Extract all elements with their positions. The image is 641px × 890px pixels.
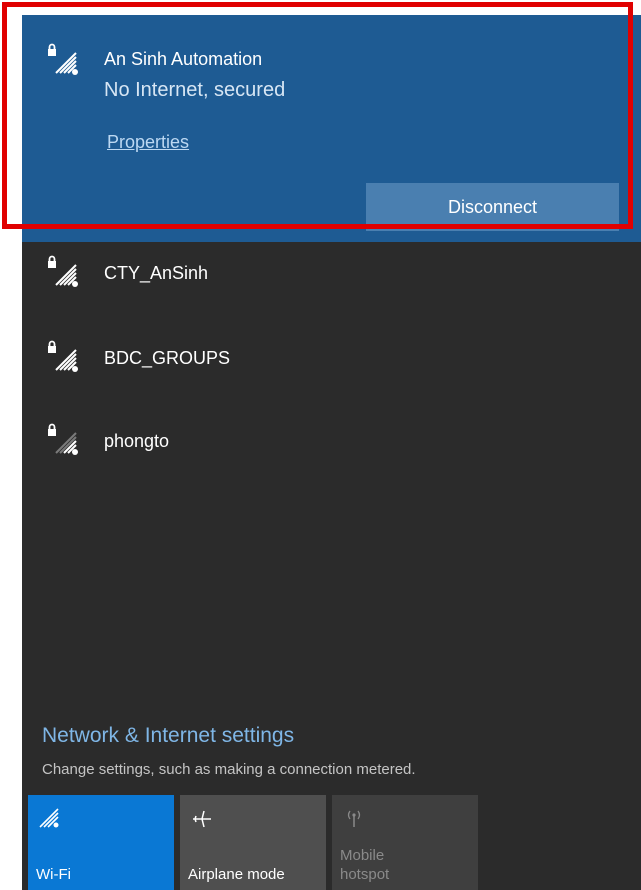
disconnect-button[interactable]: Disconnect (366, 183, 619, 231)
network-name: BDC_GROUPS (104, 348, 231, 368)
hotspot-icon (342, 807, 366, 833)
airplane-tile-label: Airplane mode (188, 866, 285, 883)
connected-network-panel[interactable]: An Sinh Automation No Internet, secured … (22, 15, 641, 242)
wifi-secured-icon (46, 43, 82, 84)
wifi-tile-label: Wi-Fi (36, 866, 71, 883)
properties-link[interactable]: Properties (107, 132, 189, 153)
wifi-icon (38, 807, 60, 833)
network-name: phongto (104, 431, 170, 451)
network-list-item[interactable]: phongto (22, 413, 641, 473)
hotspot-tile-label-line1: Mobile (340, 847, 385, 864)
wifi-secured-icon (46, 340, 82, 381)
network-list-item[interactable]: CTY_AnSinh (22, 245, 641, 305)
tile-area-background (478, 795, 641, 890)
hotspot-tile-label-line2: hotspot (340, 866, 390, 883)
wifi-secured-icon (46, 255, 82, 296)
network-list-item[interactable]: BDC_GROUPS (22, 330, 641, 390)
mobile-hotspot-tile[interactable]: Mobile hotspot (332, 795, 478, 890)
airplane-mode-tile[interactable]: Airplane mode (180, 795, 326, 890)
connected-network-name: An Sinh Automation (104, 49, 263, 69)
network-name: CTY_AnSinh (104, 263, 209, 283)
wifi-secured-weak-icon (46, 423, 82, 464)
network-settings-description: Change settings, such as making a connec… (42, 761, 416, 778)
connected-network-status: No Internet, secured (104, 79, 286, 101)
wifi-toggle-tile[interactable]: Wi-Fi (28, 795, 174, 890)
network-settings-link[interactable]: Network & Internet settings (42, 724, 294, 748)
hotspot-tile-label: Mobile hotspot (340, 846, 389, 884)
airplane-icon (190, 807, 214, 835)
network-flyout: An Sinh Automation No Internet, secured … (22, 15, 641, 890)
